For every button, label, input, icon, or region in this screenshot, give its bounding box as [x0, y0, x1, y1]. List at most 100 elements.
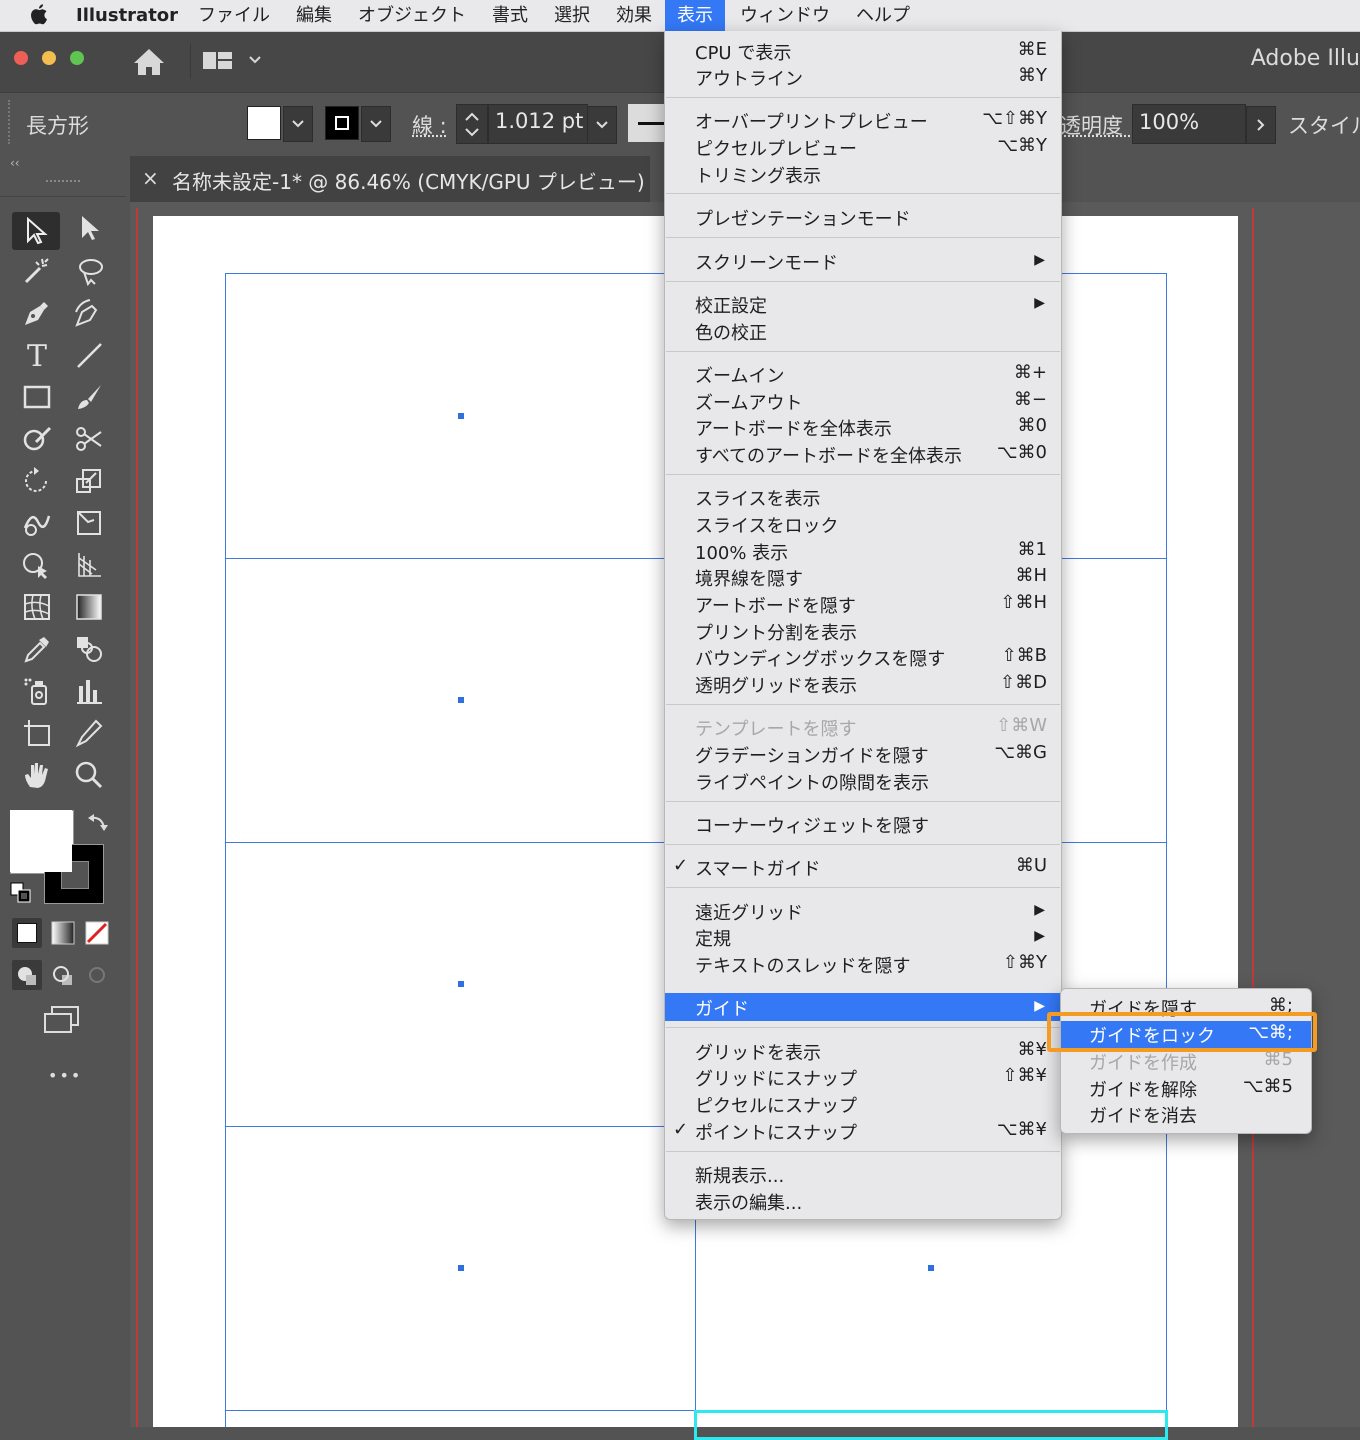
home-icon[interactable]	[132, 46, 166, 82]
magic-wand-tool-icon[interactable]	[20, 256, 54, 290]
menu-item-outline[interactable]: アウトライン	[695, 65, 803, 91]
fill-dropdown-chevron-icon[interactable]	[283, 106, 313, 142]
menu-item-zoom-in[interactable]: ズームイン	[695, 362, 784, 388]
shape-builder-tool-icon[interactable]	[20, 550, 54, 584]
collapse-panel-icon[interactable]: ‹‹	[10, 156, 20, 170]
screen-mode-icon[interactable]	[42, 1004, 82, 1038]
close-window-button[interactable]	[14, 51, 28, 65]
stroke-swatch[interactable]	[325, 106, 359, 140]
menu-select[interactable]: 選択	[554, 0, 590, 31]
paintbrush-tool-icon[interactable]	[72, 382, 106, 416]
menu-item-gradient-annotator[interactable]: グラデーションガイドを隠す	[695, 742, 929, 768]
perspective-grid-tool-icon[interactable]	[72, 550, 106, 584]
menu-item-transparency-grid[interactable]: 透明グリッドを表示	[695, 672, 857, 698]
line-segment-tool-icon[interactable]	[72, 340, 106, 374]
menu-effect[interactable]: 効果	[616, 0, 652, 31]
menu-item-snap-to-pixel[interactable]: ピクセルにスナップ	[695, 1092, 857, 1118]
menu-item-perspective-grid[interactable]: 遠近グリッド	[695, 899, 803, 925]
menu-item-snap-to-grid[interactable]: グリッドにスナップ	[695, 1065, 857, 1091]
opacity-chevron-right-icon[interactable]	[1246, 106, 1276, 144]
shaper-tool-icon[interactable]	[20, 424, 54, 458]
color-mode-button[interactable]	[12, 918, 42, 948]
gradient-mode-button[interactable]	[48, 918, 78, 948]
menu-item-print-tiling[interactable]: プリント分割を表示	[695, 619, 857, 645]
edit-toolbar-more-icon[interactable]: •••	[48, 1066, 82, 1085]
menu-item-fit-all[interactable]: すべてのアートボードを全体表示	[695, 442, 962, 468]
menu-item-smart-guides[interactable]: スマートガイド	[695, 855, 820, 881]
warp-tool-icon[interactable]	[20, 508, 54, 542]
rect-center-point[interactable]	[458, 697, 464, 703]
stroke-weight-stepper[interactable]	[456, 104, 488, 144]
scale-tool-icon[interactable]	[72, 466, 106, 500]
menu-item-overprint-preview[interactable]: オーバープリントプレビュー	[695, 108, 928, 134]
blend-tool-icon[interactable]	[72, 634, 106, 668]
opacity-label[interactable]: 透明度 :	[1060, 110, 1137, 140]
default-fill-stroke-icon[interactable]	[10, 882, 32, 908]
direct-selection-tool-icon[interactable]	[72, 214, 106, 248]
menu-item-edit-views[interactable]: 表示の編集...	[695, 1189, 802, 1215]
menu-item-show-slices[interactable]: スライスを表示	[695, 485, 820, 511]
zoom-window-button[interactable]	[70, 51, 84, 65]
rotate-tool-icon[interactable]	[20, 466, 54, 500]
submenu-item-release-guides[interactable]: ガイドを解除	[1089, 1076, 1197, 1102]
menu-item-hide-bounding-box[interactable]: バウンディングボックスを隠す	[695, 645, 945, 671]
stroke-dropdown-chevron-icon[interactable]	[361, 106, 391, 142]
stroke-label[interactable]: 線 :	[412, 110, 447, 140]
menu-edit[interactable]: 編集	[296, 0, 332, 31]
draw-inside-icon[interactable]	[82, 960, 112, 990]
symbol-sprayer-tool-icon[interactable]	[20, 676, 54, 710]
menu-item-pixel-preview[interactable]: ピクセルプレビュー	[695, 135, 857, 161]
menu-view[interactable]: 表示	[665, 0, 725, 31]
rectangle-tool-icon[interactable]	[20, 382, 54, 416]
rect-center-point[interactable]	[928, 1265, 934, 1271]
free-transform-tool-icon[interactable]	[72, 508, 106, 542]
menu-item-live-paint-gaps[interactable]: ライブペイントの隙間を表示	[695, 769, 929, 795]
menu-item-guides[interactable]: ガイド ▶	[665, 993, 1061, 1021]
menu-help[interactable]: ヘルプ	[856, 0, 910, 31]
style-label[interactable]: スタイル	[1288, 110, 1360, 140]
menu-item-hide-artboards[interactable]: アートボードを隠す	[695, 592, 856, 618]
menu-item-cpu-view[interactable]: CPU で表示	[695, 39, 791, 65]
menu-window[interactable]: ウィンドウ	[740, 0, 830, 31]
menu-item-text-threads[interactable]: テキストのスレッドを隠す	[695, 952, 910, 978]
artboard-tool-icon[interactable]	[20, 718, 54, 752]
zoom-tool-icon[interactable]	[72, 760, 106, 794]
pen-tool-icon[interactable]	[20, 298, 54, 332]
lasso-tool-icon[interactable]	[72, 256, 106, 290]
rect-center-point[interactable]	[458, 1265, 464, 1271]
menu-item-trim-view[interactable]: トリミング表示	[695, 162, 821, 188]
swap-fill-stroke-icon[interactable]	[86, 812, 110, 838]
menu-item-zoom-out[interactable]: ズームアウト	[695, 389, 802, 415]
none-mode-button[interactable]	[82, 918, 112, 948]
gradient-tool-icon[interactable]	[72, 592, 106, 626]
minimize-window-button[interactable]	[42, 51, 56, 65]
column-graph-tool-icon[interactable]	[72, 676, 106, 710]
tools-panel-grip[interactable]	[46, 180, 80, 188]
menu-app-name[interactable]: Illustrator	[76, 0, 178, 31]
menu-file[interactable]: ファイル	[198, 0, 270, 31]
menu-item-corner-widget[interactable]: コーナーウィジェットを隠す	[695, 812, 929, 838]
draw-behind-icon[interactable]	[48, 960, 78, 990]
menu-item-screen-mode[interactable]: スクリーンモード	[695, 249, 838, 275]
type-tool-icon[interactable]: T	[20, 340, 54, 374]
menu-item-snap-to-point[interactable]: ポイントにスナップ	[695, 1119, 857, 1145]
slice-tool-icon[interactable]	[72, 718, 106, 752]
menu-item-actual-size[interactable]: 100% 表示	[695, 539, 788, 565]
panel-grip[interactable]	[8, 100, 12, 144]
menu-item-show-grid[interactable]: グリッドを表示	[695, 1039, 821, 1065]
stroke-weight-input[interactable]: 1.012 pt	[488, 104, 588, 144]
hand-tool-icon[interactable]	[20, 760, 54, 794]
menu-item-new-view[interactable]: 新規表示...	[695, 1162, 784, 1188]
apple-icon[interactable]	[28, 0, 50, 31]
stroke-weight-dropdown-chevron-icon[interactable]	[587, 106, 617, 144]
menu-item-lock-slices[interactable]: スライスをロック	[695, 512, 838, 538]
submenu-item-clear-guides[interactable]: ガイドを消去	[1089, 1102, 1197, 1128]
menu-object[interactable]: オブジェクト	[358, 0, 466, 31]
workspace-layout-icon[interactable]	[202, 50, 262, 76]
menu-item-proof-colors[interactable]: 色の校正	[695, 319, 767, 345]
close-document-icon[interactable]: ×	[142, 166, 159, 190]
scissors-tool-icon[interactable]	[72, 424, 106, 458]
curvature-tool-icon[interactable]	[72, 298, 106, 332]
menu-item-fit-artboard[interactable]: アートボードを全体表示	[695, 415, 892, 441]
opacity-input[interactable]: 100%	[1132, 104, 1246, 144]
